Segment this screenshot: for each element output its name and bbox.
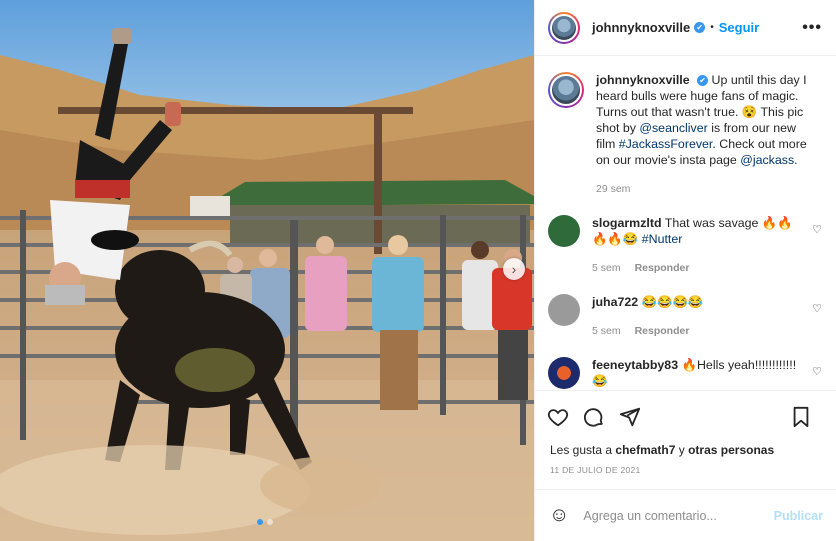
- caption-username[interactable]: johnnyknoxville: [596, 73, 690, 87]
- reply-button[interactable]: Responder: [635, 260, 690, 276]
- post-date[interactable]: 11 DE JULIO DE 2021: [550, 465, 641, 475]
- heart-icon[interactable]: [547, 406, 569, 428]
- likes-prefix: Les gusta a: [550, 443, 616, 457]
- liker-username[interactable]: chefmath7: [615, 443, 675, 457]
- comment-time[interactable]: 5 sem: [592, 323, 621, 339]
- profile-avatar[interactable]: [548, 11, 580, 44]
- caption-text: .: [794, 153, 798, 167]
- comment-text: 😂😂😂😂: [641, 295, 704, 309]
- comment-body: slogarmzltd That was savage 🔥🔥🔥🔥😂 #Nutte…: [592, 215, 802, 276]
- post-header: johnnyknoxville ✔ • Seguir •••: [535, 0, 836, 56]
- commenter-avatar[interactable]: [548, 215, 580, 247]
- more-options-icon[interactable]: •••: [802, 19, 822, 37]
- like-comment-heart-icon[interactable]: ♡: [812, 223, 822, 236]
- share-icon[interactable]: [619, 406, 641, 428]
- comment-username[interactable]: slogarmzltd: [592, 216, 662, 230]
- commenter-avatar[interactable]: [548, 294, 580, 326]
- comments-list[interactable]: johnnyknoxville ✔ Up until this day I he…: [535, 56, 836, 390]
- bookmark-icon[interactable]: [791, 406, 811, 428]
- add-comment-bar: ☺ Publicar: [535, 489, 836, 541]
- likes-middle: y: [675, 443, 689, 457]
- chevron-right-icon: ›: [511, 261, 517, 277]
- comment-item: feeneytabby83 🔥Hells yeah!!!!!!!!!!!! 😂 …: [548, 357, 822, 389]
- caption: johnnyknoxville ✔ Up until this day I he…: [548, 72, 822, 197]
- comment-item: slogarmzltd That was savage 🔥🔥🔥🔥😂 #Nutte…: [548, 215, 822, 276]
- post-side-panel: johnnyknoxville ✔ • Seguir ••• johnnykno…: [534, 0, 836, 541]
- comment-username[interactable]: feeneytabby83: [592, 358, 678, 372]
- verified-badge-icon: ✔: [694, 22, 706, 33]
- header-username[interactable]: johnnyknoxville: [592, 20, 690, 35]
- publish-button[interactable]: Publicar: [774, 509, 823, 523]
- comment-time[interactable]: 5 sem: [592, 260, 621, 276]
- rodeo-photo-illustration: [0, 0, 534, 541]
- likes-summary: Les gusta a chefmath7 y otras personas: [550, 443, 774, 457]
- verified-badge-icon: ✔: [697, 75, 709, 87]
- caption-body: johnnyknoxville ✔ Up until this day I he…: [596, 72, 810, 197]
- comment-item: juha722 😂😂😂😂 5 sem Responder ♡: [548, 294, 822, 339]
- carousel-dot: [267, 519, 273, 525]
- post-photo[interactable]: ›: [0, 0, 534, 541]
- comment-body: feeneytabby83 🔥Hells yeah!!!!!!!!!!!! 😂: [592, 357, 802, 389]
- action-bar: [535, 390, 836, 442]
- mention-link[interactable]: @seancliver: [639, 121, 707, 135]
- carousel-dot-active: [257, 519, 263, 525]
- carousel-indicator: [257, 519, 273, 525]
- comment-body: juha722 😂😂😂😂 5 sem Responder: [592, 294, 802, 339]
- like-comment-heart-icon[interactable]: ♡: [812, 302, 822, 315]
- next-slide-button[interactable]: ›: [503, 258, 525, 280]
- like-comment-heart-icon[interactable]: ♡: [812, 365, 822, 378]
- mention-link[interactable]: @jackass: [740, 153, 794, 167]
- follow-button[interactable]: Seguir: [719, 20, 759, 35]
- comment-username[interactable]: juha722: [592, 295, 638, 309]
- caption-time[interactable]: 29 sem: [596, 181, 810, 197]
- comment-icon[interactable]: [583, 406, 605, 428]
- likes-others-link[interactable]: otras personas: [688, 443, 774, 457]
- emoji-icon[interactable]: ☺: [549, 504, 569, 527]
- hashtag-link[interactable]: #Nutter: [642, 232, 683, 246]
- separator-dot: •: [710, 22, 714, 33]
- reply-button[interactable]: Responder: [635, 323, 690, 339]
- hashtag-link[interactable]: #JackassForever: [619, 137, 713, 151]
- comment-input[interactable]: [583, 508, 774, 523]
- commenter-avatar[interactable]: [548, 357, 580, 389]
- caption-avatar[interactable]: [548, 72, 584, 108]
